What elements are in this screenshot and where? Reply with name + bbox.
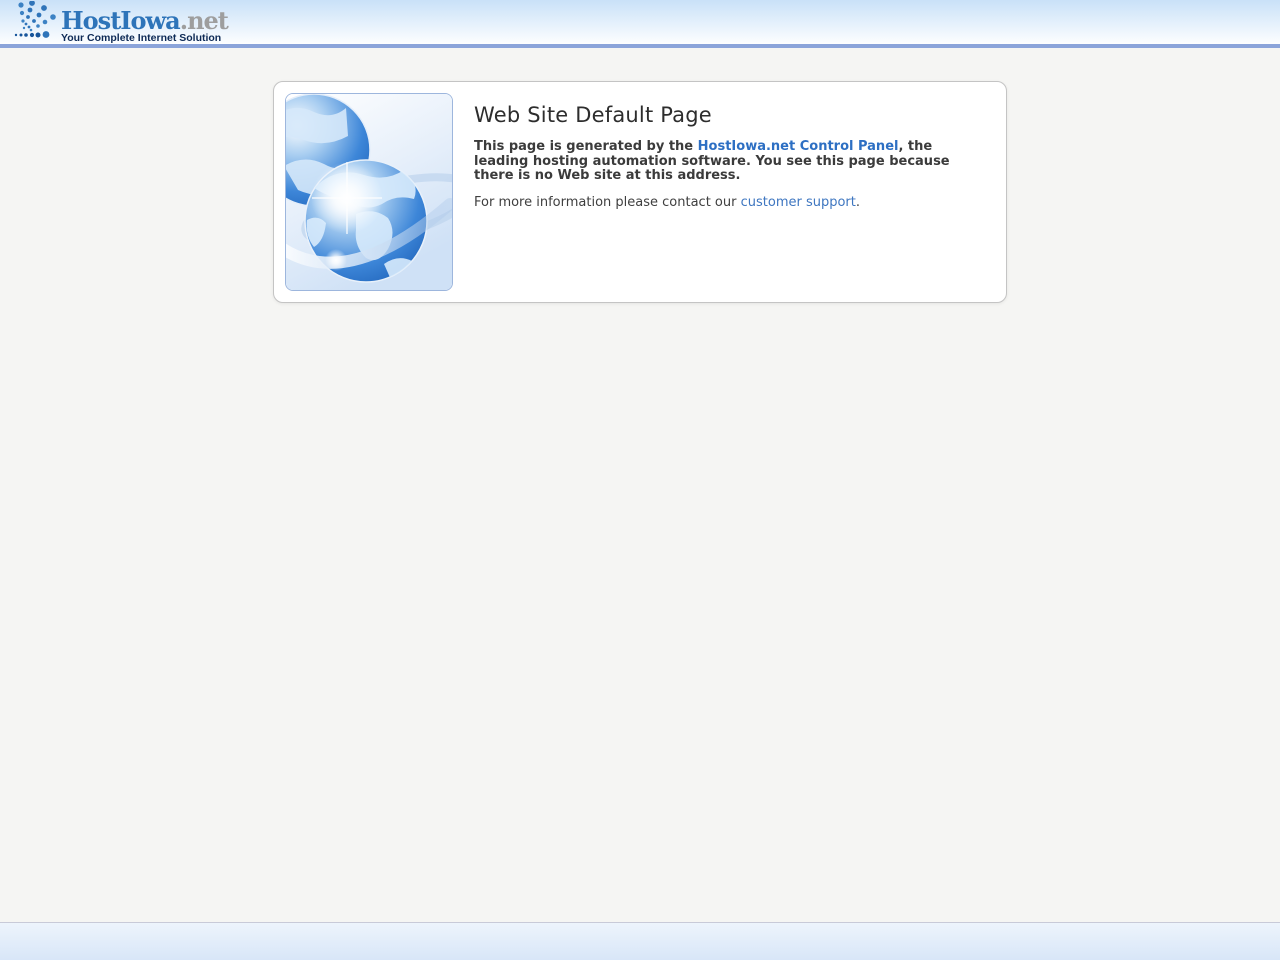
support-paragraph: For more information please contact our … <box>474 196 979 211</box>
support-text-before: For more information please contact our <box>474 195 741 210</box>
site-header: HostIowa.net Your Complete Internet Solu… <box>0 0 1280 44</box>
logo-tld: .net <box>180 6 228 35</box>
intro-paragraph: This page is generated by the HostIowa.n… <box>474 140 979 184</box>
customer-support-link[interactable]: customer support <box>741 195 856 210</box>
control-panel-link[interactable]: HostIowa.net Control Panel <box>698 139 899 154</box>
default-page-card: Web Site Default Page This page is gener… <box>273 81 1007 303</box>
support-text-after: . <box>856 195 860 210</box>
logo: HostIowa.net Your Complete Internet Solu… <box>13 1 228 44</box>
page-content: Web Site Default Page This page is gener… <box>0 48 1280 303</box>
card-text: Web Site Default Page This page is gener… <box>453 93 979 291</box>
intro-text-before: This page is generated by the <box>474 139 698 154</box>
starburst-dots-icon <box>13 1 59 43</box>
logo-wordmark: HostIowa.net <box>61 9 228 32</box>
logo-tagline: Your Complete Internet Solution <box>61 32 228 44</box>
page-title: Web Site Default Page <box>474 103 979 127</box>
site-footer <box>0 922 1280 960</box>
dual-globe-orbit-illustration <box>285 93 453 291</box>
logo-name: HostIowa <box>61 6 180 35</box>
